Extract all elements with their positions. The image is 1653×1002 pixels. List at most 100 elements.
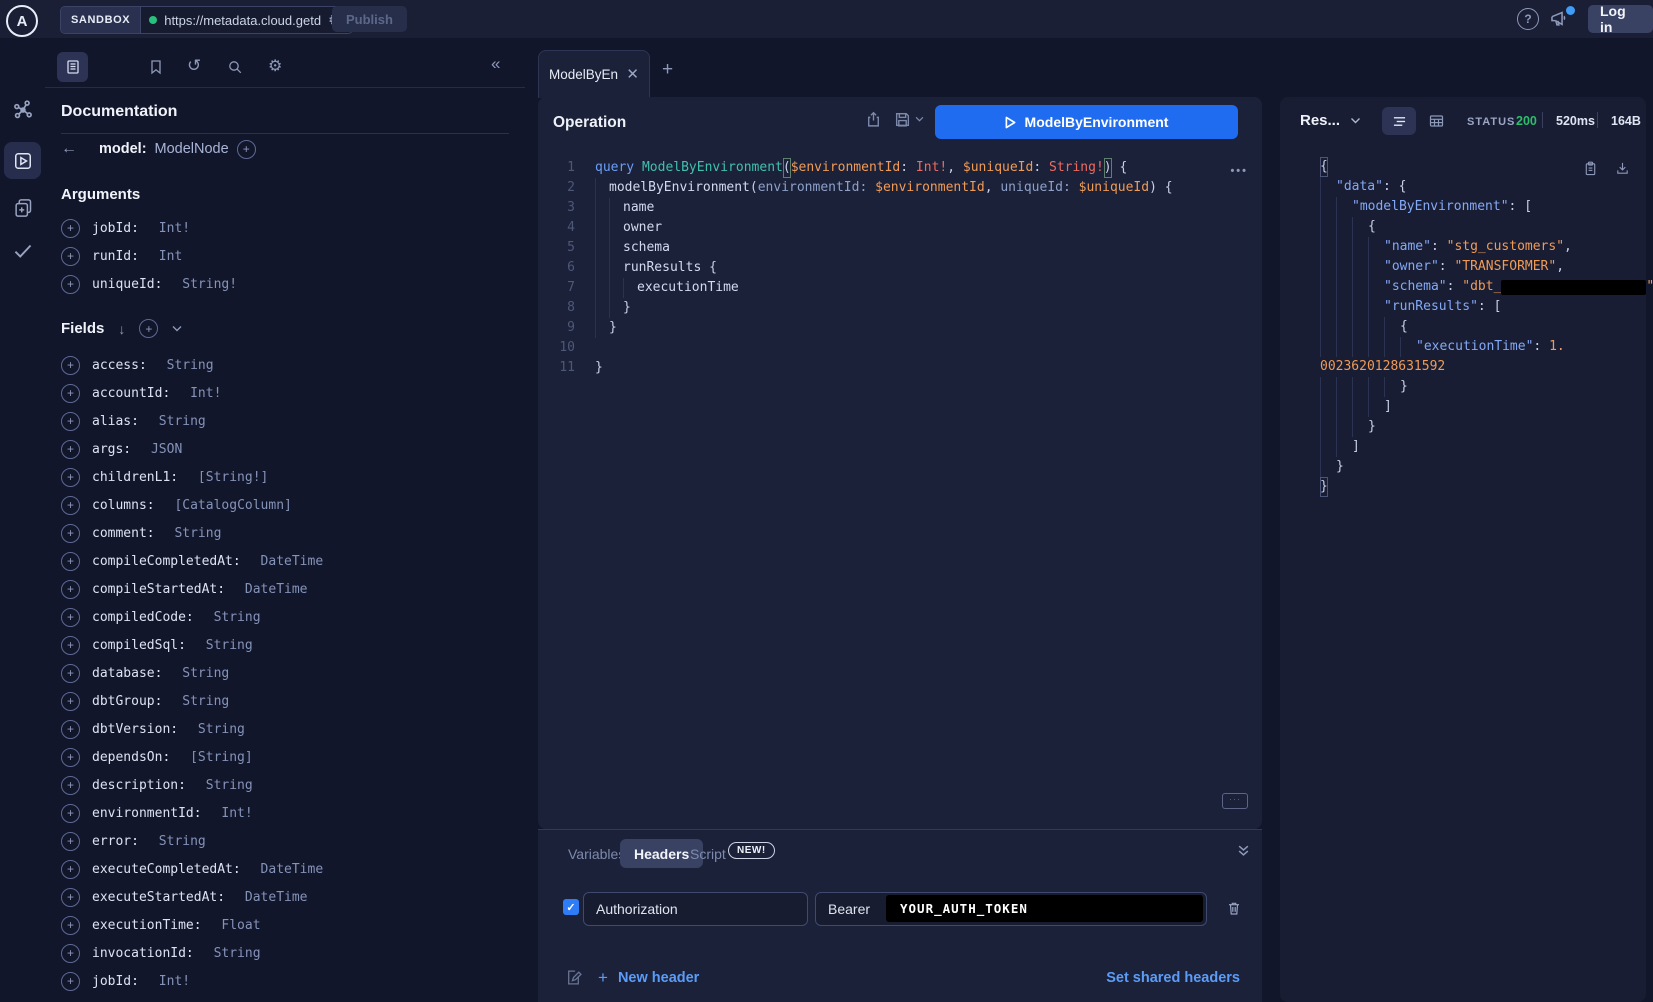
add-to-query-plus-icon[interactable]: + [61,944,80,963]
field-type-link[interactable]: Int! [221,806,252,821]
save-dropdown-chevron-icon[interactable] [915,116,924,122]
keyboard-shortcuts-icon[interactable]: ··· [1222,793,1248,809]
field-type-link[interactable]: String [182,694,229,709]
add-all-fields-icon[interactable]: + [139,319,158,338]
field-type-link[interactable]: Int! [190,386,221,401]
table-view-toggle-icon[interactable] [1428,113,1445,129]
field-type-link[interactable]: DateTime [245,890,308,905]
field-row[interactable]: +compiledSql: String [61,631,509,659]
field-row[interactable]: +database: String [61,659,509,687]
add-to-query-plus-icon[interactable]: + [61,524,80,543]
header-enabled-checkbox[interactable]: ✓ [563,899,579,915]
add-to-query-plus-icon[interactable]: + [61,440,80,459]
field-type-link[interactable]: String [206,778,253,793]
field-type-link[interactable]: String [214,610,261,625]
explorer-nav-item-selected[interactable] [4,142,41,179]
field-type-link[interactable]: Float [221,918,260,933]
settings-gear-icon[interactable]: ⚙ [268,56,282,76]
field-type-link[interactable]: String [198,722,245,737]
add-to-query-plus-icon[interactable]: + [61,356,80,375]
field-type-link[interactable]: String [214,946,261,961]
field-row[interactable]: +args: JSON [61,435,509,463]
share-operation-icon[interactable] [865,111,882,128]
add-to-query-plus-icon[interactable]: + [61,664,80,683]
field-row[interactable]: +executeStartedAt: DateTime [61,883,509,911]
help-icon[interactable]: ? [1517,8,1539,30]
add-to-query-plus-icon[interactable]: + [61,412,80,431]
field-row[interactable]: +accountId: Int! [61,379,509,407]
add-to-query-plus-icon[interactable]: + [61,748,80,767]
field-row[interactable]: +executeCompletedAt: DateTime [61,855,509,883]
header-name-input[interactable]: Authorization [583,892,808,926]
field-type-link[interactable]: String [182,666,229,681]
field-row[interactable]: +description: String [61,771,509,799]
field-type-link[interactable]: Int! [159,974,190,989]
add-to-query-plus-icon[interactable]: + [61,468,80,487]
add-to-query-plus-icon[interactable]: + [61,888,80,907]
field-type-link[interactable]: [CatalogColumn] [174,498,291,513]
add-to-query-plus-icon[interactable]: + [61,636,80,655]
saved-operations-bookmark-icon[interactable] [148,59,164,75]
back-arrow-icon[interactable]: ← [61,140,77,158]
header-value-input[interactable]: Bearer YOUR_AUTH_TOKEN [815,892,1207,926]
add-to-query-plus-icon[interactable]: + [61,247,80,266]
add-to-query-plus-icon[interactable]: + [61,580,80,599]
field-row[interactable]: +invocationId: String [61,939,509,967]
copy-response-icon[interactable] [1583,160,1598,177]
sort-fields-icon[interactable]: ↓ [118,321,125,337]
add-to-query-plus-icon[interactable]: + [61,275,80,294]
field-row[interactable]: +compileStartedAt: DateTime [61,575,509,603]
add-to-query-plus-icon[interactable]: + [61,832,80,851]
field-type-link[interactable]: DateTime [261,862,324,877]
field-type-link[interactable]: String [159,414,206,429]
add-to-query-plus-icon[interactable]: + [61,720,80,739]
field-row[interactable]: +environmentId: Int! [61,799,509,827]
endpoint-url-input[interactable]: https://metadata.cloud.getd ⚙ [141,7,352,33]
add-to-query-plus-icon[interactable]: + [61,972,80,991]
add-field-plus-icon[interactable]: + [237,140,256,159]
operation-tab[interactable]: ModelByEnvi... ✕ [538,50,650,98]
add-to-query-plus-icon[interactable]: + [61,692,80,711]
field-row[interactable]: +dependsOn: [String] [61,743,509,771]
announcements-icon[interactable] [1549,9,1568,28]
field-row[interactable]: +error: String [61,827,509,855]
edit-headers-as-text-icon[interactable] [565,969,582,986]
schema-graph-icon[interactable] [0,90,45,130]
fields-chevron-down-icon[interactable] [172,325,182,332]
new-tab-icon[interactable]: + [662,59,673,81]
collapse-docs-icon[interactable]: « [491,54,500,74]
add-to-query-plus-icon[interactable]: + [61,496,80,515]
response-chevron-down-icon[interactable] [1350,117,1361,124]
add-to-query-plus-icon[interactable]: + [61,219,80,238]
login-button[interactable]: Log in [1588,5,1653,33]
download-response-icon[interactable] [1615,160,1630,177]
collapse-panel-chevrons-icon[interactable] [1237,844,1250,857]
add-to-query-plus-icon[interactable]: + [61,552,80,571]
field-type-link[interactable]: String [159,834,206,849]
field-row[interactable]: +columns: [CatalogColumn] [61,491,509,519]
field-row[interactable]: +childrenL1: [String!] [61,463,509,491]
field-type-link[interactable]: DateTime [261,554,324,569]
save-operation-icon[interactable] [894,111,911,128]
argument-row[interactable]: +uniqueId: String! [61,270,509,298]
add-to-query-plus-icon[interactable]: + [61,916,80,935]
add-to-query-plus-icon[interactable]: + [61,384,80,403]
history-icon[interactable]: ↺ [187,56,201,76]
field-type-link[interactable]: JSON [151,442,182,457]
tab-variables[interactable]: Variables [568,846,625,862]
argument-row[interactable]: +runId: Int [61,242,509,270]
publish-button[interactable]: Publish [332,6,407,32]
delete-header-trash-icon[interactable] [1226,900,1242,917]
add-to-query-plus-icon[interactable]: + [61,608,80,627]
new-header-button[interactable]: + New header [598,968,699,988]
field-row[interactable]: +alias: String [61,407,509,435]
set-shared-headers-link[interactable]: Set shared headers [1106,970,1240,986]
field-type-link[interactable]: String [206,638,253,653]
field-row[interactable]: +jobId: Int! [61,967,509,995]
add-to-query-plus-icon[interactable]: + [61,776,80,795]
field-row[interactable]: +executionTime: Float [61,911,509,939]
field-row[interactable]: +access: String [61,351,509,379]
field-row[interactable]: +compileCompletedAt: DateTime [61,547,509,575]
graphql-query-editor[interactable]: 1query ModelByEnvironment($environmentId… [538,158,1262,378]
field-type-link[interactable]: String [174,526,221,541]
